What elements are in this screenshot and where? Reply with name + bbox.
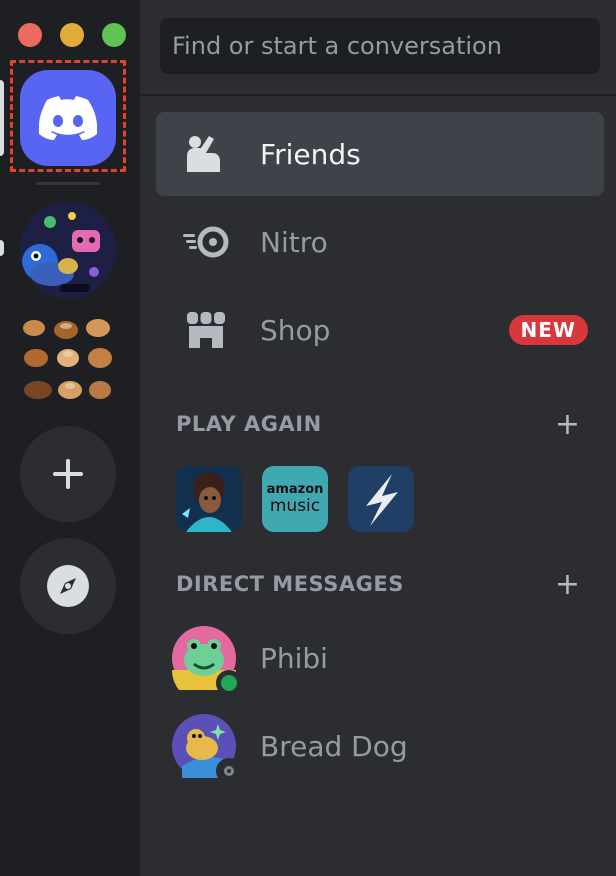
dm-panel: Find or start a conversation Friends Nit… <box>140 0 616 876</box>
create-dm-button[interactable]: + <box>555 570 580 600</box>
avatar <box>172 714 242 784</box>
selected-indicator <box>0 80 4 156</box>
add-server-button[interactable] <box>20 426 116 522</box>
compass-icon <box>47 565 89 607</box>
pastries-server-icon <box>23 319 112 399</box>
play-again-add-button[interactable]: + <box>555 410 580 440</box>
game-tile-amazon-music[interactable]: amazon music <box>262 466 328 532</box>
unread-indicator <box>0 240 4 256</box>
nav-item-nitro[interactable]: Nitro <box>156 200 604 284</box>
direct-messages-header: DIRECT MESSAGES <box>176 572 404 596</box>
nitro-icon <box>183 226 229 258</box>
new-badge: NEW <box>508 315 588 345</box>
nav-label-friends: Friends <box>260 137 361 171</box>
game-tile-3[interactable] <box>348 466 414 532</box>
rail-separator <box>36 182 100 185</box>
direct-messages-home-button[interactable] <box>20 70 116 166</box>
search-conversation-input[interactable]: Find or start a conversation <box>160 18 600 74</box>
amazon-music-logo-line2: music <box>269 496 321 516</box>
dm-item-phibi[interactable]: Phibi <box>172 622 592 702</box>
plus-icon <box>53 459 83 489</box>
discord-logo-icon <box>39 96 97 140</box>
server-rail <box>0 0 140 876</box>
nav-label-nitro: Nitro <box>260 225 328 259</box>
dm-name: Phibi <box>260 641 328 675</box>
shop-icon <box>187 312 225 348</box>
offline-status-icon <box>216 758 242 784</box>
window-controls <box>18 23 126 47</box>
game-tile-1[interactable] <box>176 466 242 532</box>
close-window-button[interactable] <box>18 23 42 47</box>
minimize-window-button[interactable] <box>60 23 84 47</box>
nav-item-shop[interactable]: Shop NEW <box>156 288 604 372</box>
discover-button[interactable] <box>20 538 116 634</box>
dm-name: Bread Dog <box>260 729 408 763</box>
game-character-icon <box>176 466 242 532</box>
avatar <box>172 626 242 702</box>
online-status-icon <box>216 670 242 696</box>
nav-label-shop: Shop <box>260 313 331 347</box>
server-pastries[interactable] <box>20 314 116 410</box>
header-divider <box>140 94 616 96</box>
lightning-bolt-icon <box>348 466 414 532</box>
amazon-music-logo-line1: amazon <box>266 482 324 497</box>
cartoon-characters-server-icon <box>20 202 116 298</box>
maximize-window-button[interactable] <box>102 23 126 47</box>
nav-item-friends[interactable]: Friends <box>156 112 604 196</box>
dm-item-bread-dog[interactable]: Bread Dog <box>172 710 592 784</box>
server-cartoon-characters[interactable] <box>20 202 116 298</box>
friends-wave-icon <box>187 136 220 172</box>
play-again-header: PLAY AGAIN <box>176 412 322 436</box>
